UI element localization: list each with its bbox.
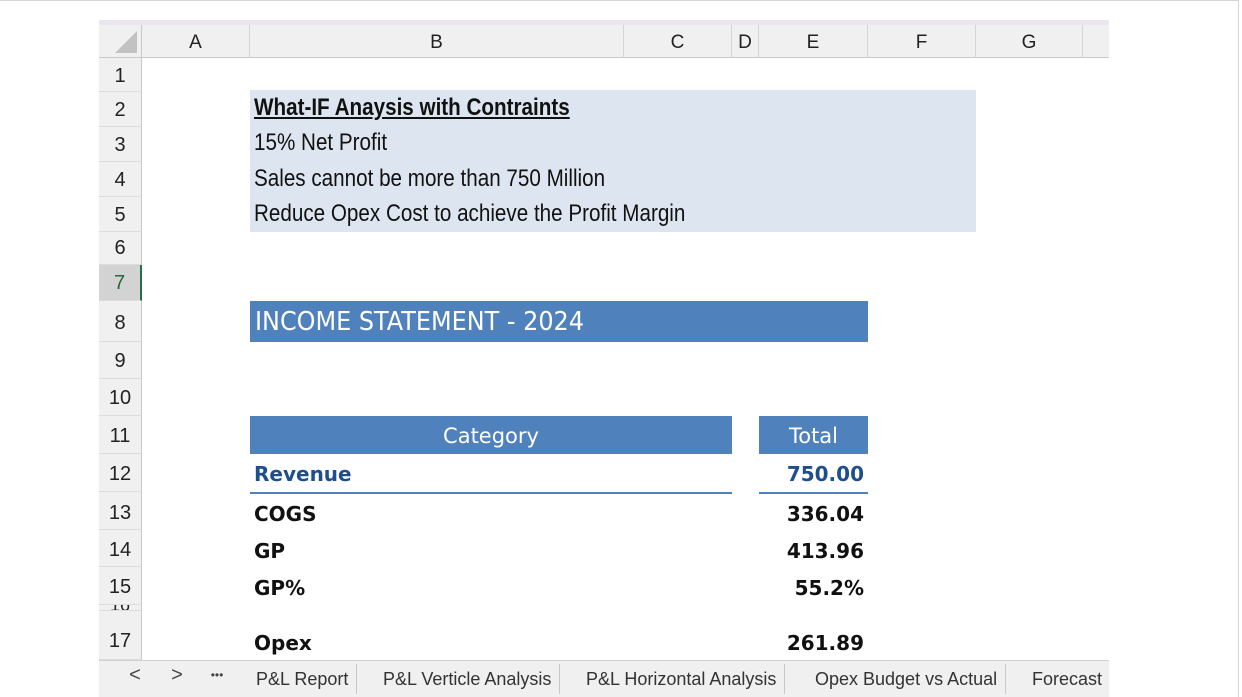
row-header-10[interactable]: 10 <box>99 379 142 416</box>
cogs-value: 336.04 <box>786 502 864 526</box>
column-header-d[interactable]: D <box>732 25 759 58</box>
row-header-1[interactable]: 1 <box>99 58 142 92</box>
row-header-17[interactable]: 17 <box>99 611 142 660</box>
row-header-14[interactable]: 14 <box>99 530 142 567</box>
tab-pl-horizontal-analysis[interactable]: P&L Horizontal Analysis <box>578 664 786 694</box>
select-all-corner[interactable] <box>99 25 142 58</box>
category-header: Category <box>250 416 732 454</box>
constraint-sales-cap: Sales cannot be more than 750 Million <box>254 165 606 192</box>
column-header-c[interactable]: C <box>624 25 732 58</box>
row-header-8[interactable]: 8 <box>99 301 142 342</box>
row-header-2[interactable]: 2 <box>99 92 142 127</box>
gp-percent-label: GP% <box>254 576 306 600</box>
row-header-3[interactable]: 3 <box>99 127 142 162</box>
tab-opex-budget-vs-actual[interactable]: Opex Budget vs Actual <box>807 664 1007 694</box>
revenue-value: 750.00 <box>786 462 864 486</box>
column-header-f[interactable]: F <box>868 25 976 58</box>
opex-value: 261.89 <box>786 631 864 655</box>
income-statement-title: INCOME STATEMENT - 2024 <box>255 307 584 337</box>
constraints-title: What-IF Anaysis with Contraints <box>254 94 570 121</box>
more-tabs-button[interactable]: ••• <box>202 661 232 691</box>
revenue-underline-total <box>759 492 868 494</box>
constraint-opex: Reduce Opex Cost to achieve the Profit M… <box>254 200 686 227</box>
total-header: Total <box>759 416 868 454</box>
row-header-15[interactable]: 15 <box>99 567 142 605</box>
tab-pl-report[interactable]: P&L Report <box>248 664 358 694</box>
tab-forecast[interactable]: Forecast <box>1024 664 1109 694</box>
row-header-9[interactable]: 9 <box>99 342 142 379</box>
row-header-5[interactable]: 5 <box>99 197 142 232</box>
constraint-net-profit: 15% Net Profit <box>254 129 388 156</box>
column-header-b[interactable]: B <box>250 25 624 58</box>
scroll-tabs-left-button[interactable]: < <box>120 661 150 691</box>
row-header-13[interactable]: 13 <box>99 492 142 530</box>
scroll-tabs-right-button[interactable]: > <box>162 661 192 691</box>
gp-label: GP <box>254 539 286 563</box>
column-header-a[interactable]: A <box>142 25 250 58</box>
row-header-11[interactable]: 11 <box>99 416 142 454</box>
sheet-tab-bar: < > ••• P&L Report P&L Verticle Analysis… <box>99 660 1109 697</box>
column-header-e[interactable]: E <box>759 25 868 58</box>
spreadsheet-grid[interactable]: A B C D E F G 1 2 3 4 5 6 7 8 9 10 11 12… <box>99 20 1109 660</box>
row-header-7[interactable]: 7 <box>99 265 142 301</box>
row-header-4[interactable]: 4 <box>99 162 142 197</box>
revenue-underline-category <box>250 492 732 494</box>
gp-percent-value: 55.2% <box>794 576 864 600</box>
tab-pl-verticle-analysis[interactable]: P&L Verticle Analysis <box>375 664 561 694</box>
row-header-6[interactable]: 6 <box>99 232 142 265</box>
row-header-12[interactable]: 12 <box>99 454 142 492</box>
revenue-label: Revenue <box>254 462 352 486</box>
column-header-g[interactable]: G <box>976 25 1083 58</box>
opex-label: Opex <box>254 631 312 655</box>
cogs-label: COGS <box>254 502 317 526</box>
gp-value: 413.96 <box>786 539 864 563</box>
